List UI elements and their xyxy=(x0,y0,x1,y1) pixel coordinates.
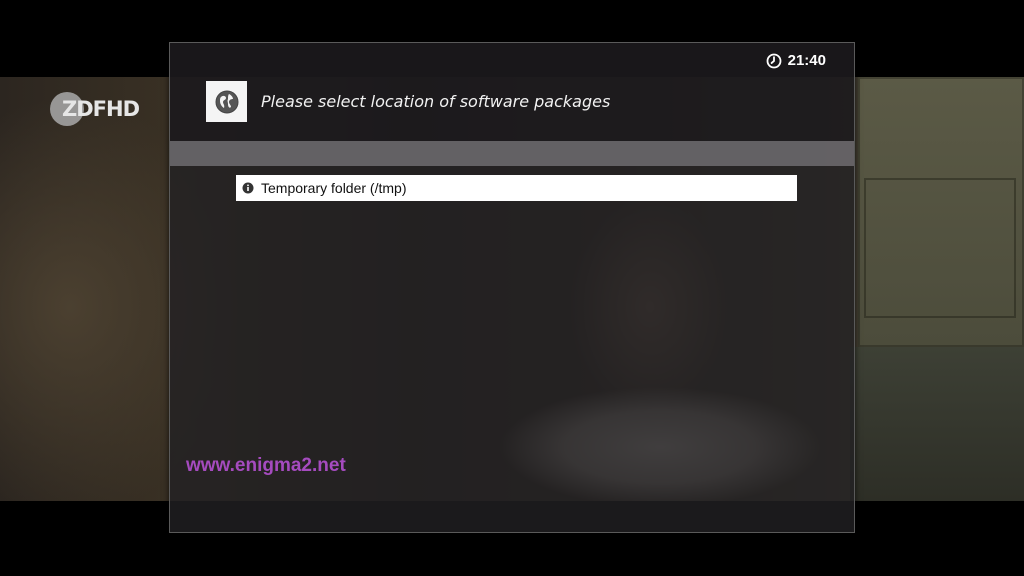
dialog-separator-bar xyxy=(170,141,854,166)
globe-icon-graphic xyxy=(215,90,238,113)
clock: 21:40 xyxy=(766,52,826,69)
info-bullet-icon xyxy=(242,182,254,194)
clock-icon xyxy=(766,53,782,68)
dialog-title: Please select location of software packa… xyxy=(261,92,611,111)
clock-time: 21:40 xyxy=(787,52,826,69)
list-item-tmp[interactable]: Temporary folder (/tmp) xyxy=(236,175,797,201)
channel-logo-text: ZDFHD xyxy=(62,97,140,121)
website-url: www.enigma2.net xyxy=(186,455,346,476)
screen: ZDFHD 21:40 Please select location of so… xyxy=(0,0,1024,576)
location-select-dialog: 21:40 Please select location of software… xyxy=(169,42,855,533)
channel-logo: ZDFHD xyxy=(50,92,140,126)
tv-background-door-panel xyxy=(864,178,1016,318)
location-list[interactable]: Temporary folder (/tmp) xyxy=(236,175,797,201)
tv-background-floor xyxy=(850,347,1024,501)
list-item-label: Temporary folder (/tmp) xyxy=(261,180,407,196)
globe-icon xyxy=(206,81,247,122)
